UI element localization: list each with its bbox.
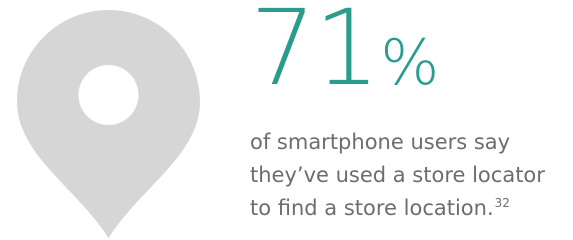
footnote-marker: 32: [494, 196, 510, 210]
caption-line: they’ve used a store locator: [250, 163, 545, 187]
caption-line: to find a store location.32: [250, 192, 570, 225]
map-pin-icon: [17, 10, 200, 238]
stat-graphic: 71% of smartphone users say they’ve used…: [0, 0, 573, 240]
caption-line-text: to find a store location.: [250, 196, 494, 220]
stat-value: 71: [250, 0, 380, 109]
pin-hole-shape: [78, 65, 139, 125]
stat-caption: of smartphone users say they’ve used a s…: [250, 126, 570, 225]
stat-number: 71%: [250, 0, 439, 124]
stat-unit: %: [380, 26, 440, 99]
caption-line: of smartphone users say: [250, 130, 511, 154]
